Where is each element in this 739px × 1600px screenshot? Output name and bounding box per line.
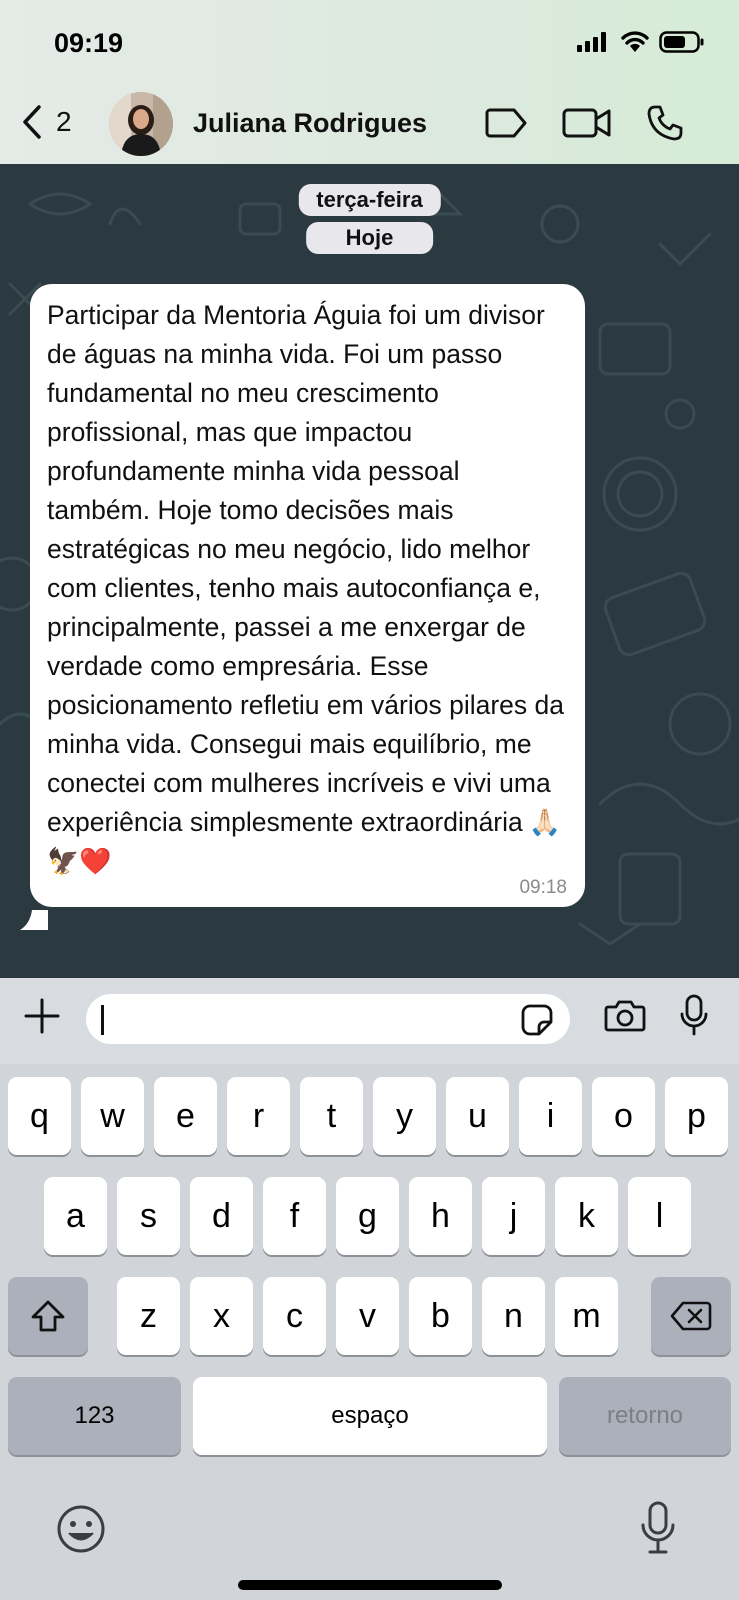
chevron-left-icon [23,105,41,139]
avatar[interactable] [109,92,173,156]
keyboard: q w e r t y u i o p a s d f g h j k l z … [0,1064,739,1600]
key-c[interactable]: c [263,1277,326,1355]
key-q[interactable]: q [8,1077,71,1155]
dictation-mic-icon [641,1501,675,1554]
status-time: 09:19 [54,28,124,58]
key-e[interactable]: e [154,1077,217,1155]
key-t[interactable]: t [300,1077,363,1155]
emoji-icon [57,1505,105,1553]
text-caret [101,1005,104,1035]
key-f[interactable]: f [263,1177,326,1255]
dictation-button[interactable] [638,1500,678,1561]
return-key[interactable]: retorno [559,1377,731,1455]
key-w[interactable]: w [81,1077,144,1155]
message-body: Participar da Mentoria Águia foi um divi… [47,300,565,837]
shift-icon [31,1300,65,1332]
shift-key[interactable] [8,1277,88,1355]
date-label-weekday: terça-feira [298,184,441,216]
message-bubble[interactable]: Participar da Mentoria Águia foi um divi… [30,284,585,907]
key-u[interactable]: u [446,1077,509,1155]
key-l[interactable]: l [628,1177,691,1255]
message-time: 09:18 [519,877,567,898]
video-camera-icon [562,108,611,138]
key-z[interactable]: z [117,1277,180,1355]
video-call-button[interactable] [562,106,612,140]
key-a[interactable]: a [44,1177,107,1255]
bubble-tail [20,910,48,930]
key-j[interactable]: j [482,1177,545,1255]
space-key[interactable]: espaço [193,1377,547,1455]
delete-key[interactable] [651,1277,731,1355]
camera-button[interactable] [604,998,646,1037]
contact-name[interactable]: Juliana Rodrigues [193,108,427,139]
key-m[interactable]: m [555,1277,618,1355]
chat-area[interactable]: terça-feira Hoje Participar da Mentoria … [0,164,739,978]
back-button[interactable]: 2 [20,104,72,140]
key-x[interactable]: x [190,1277,253,1355]
message-input[interactable] [86,994,570,1044]
home-indicator [238,1580,502,1590]
top-bar: 09:19 2 Juliana Rodrigues [0,0,739,164]
unread-count: 2 [56,106,72,137]
emoji-button[interactable] [56,1504,106,1559]
sticker-icon [521,1004,553,1036]
battery-icon [659,31,704,53]
key-s[interactable]: s [117,1177,180,1255]
key-d[interactable]: d [190,1177,253,1255]
message-text: Participar da Mentoria Águia foi um divi… [47,296,567,881]
voice-call-button[interactable] [646,104,684,142]
signal-icon [577,32,606,52]
camera-icon [604,1000,646,1032]
key-b[interactable]: b [409,1277,472,1355]
message-input-bar [0,978,739,1064]
sticker-button[interactable] [520,1003,554,1042]
label-tag-icon [485,108,527,138]
status-icons [577,30,705,54]
voice-message-button[interactable] [679,994,709,1043]
wifi-icon [621,31,649,52]
key-i[interactable]: i [519,1077,582,1155]
label-button[interactable] [484,107,528,139]
header-actions [484,104,684,142]
date-label-today: Hoje [305,222,434,254]
backspace-icon [670,1301,712,1331]
key-v[interactable]: v [336,1277,399,1355]
key-o[interactable]: o [592,1077,655,1155]
avatar-image [109,92,173,156]
numbers-key[interactable]: 123 [8,1377,181,1455]
key-n[interactable]: n [482,1277,545,1355]
key-k[interactable]: k [555,1177,618,1255]
attach-button[interactable] [24,998,60,1039]
phone-icon [647,105,683,141]
key-h[interactable]: h [409,1177,472,1255]
key-p[interactable]: p [665,1077,728,1155]
key-r[interactable]: r [227,1077,290,1155]
microphone-icon [680,994,708,1036]
key-g[interactable]: g [336,1177,399,1255]
key-y[interactable]: y [373,1077,436,1155]
plus-icon [24,998,60,1034]
